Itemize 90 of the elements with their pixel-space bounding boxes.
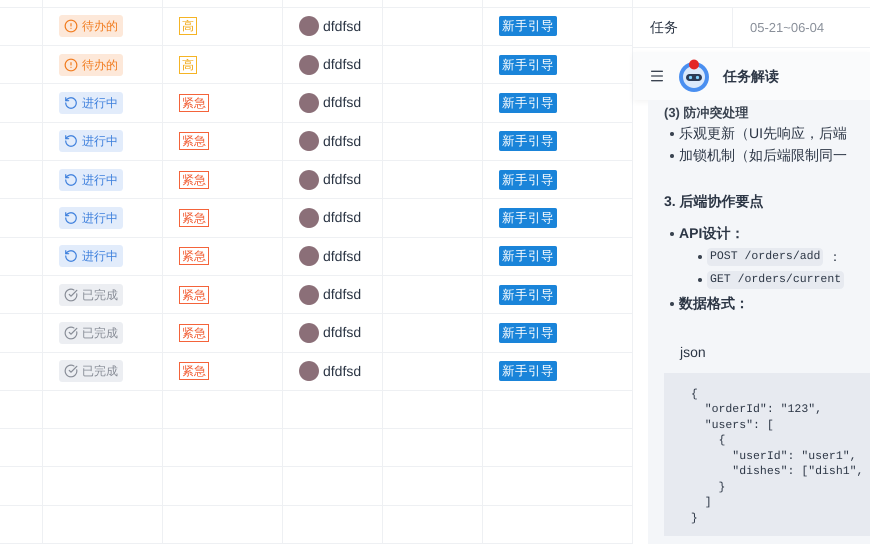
category-tag: 新手引导: [499, 361, 557, 382]
status-icon: [64, 210, 78, 225]
avatar: [299, 208, 319, 228]
avatar: [299, 92, 319, 113]
avatar: [299, 361, 319, 382]
code-line: }: [718, 480, 726, 495]
panel-title: 任务解读: [723, 66, 779, 86]
status-icon: [64, 326, 78, 340]
code-line: {: [718, 433, 726, 448]
assignee-name: dfdfsd: [323, 246, 362, 266]
category-tag: 新手引导: [499, 170, 557, 190]
status-badge: 进行中: [59, 168, 123, 191]
row-label: 任务: [650, 18, 678, 37]
menu-icon[interactable]: [649, 68, 665, 84]
assignee-name: dfdfsd: [323, 55, 362, 74]
robot-avatar-icon: [677, 59, 711, 93]
status-badge: 已完成: [59, 360, 123, 382]
avatar: [299, 54, 319, 75]
status-badge: 进行中: [59, 245, 123, 268]
section-heading: 3. 后端协作要点: [663, 192, 765, 211]
status-icon: [64, 19, 78, 34]
assignee-name: dfdfsd: [323, 323, 362, 342]
priority-tag: 紧急: [179, 324, 209, 342]
inline-code: GET /orders/current: [707, 271, 844, 289]
avatar: [299, 246, 319, 266]
category-tag: 新手引导: [499, 322, 557, 343]
code-line: "orderId": "123",: [704, 402, 822, 418]
category-tag: 新手引导: [499, 208, 557, 228]
bullet-text: ：: [828, 248, 842, 266]
bullet-icon: [698, 255, 702, 259]
avatar: [299, 16, 319, 36]
category-tag: 新手引导: [499, 284, 557, 305]
assignee-name: dfdfsd: [323, 285, 362, 304]
date-range: 05-21~06-04: [750, 18, 824, 37]
bullet-icon: [670, 132, 674, 136]
assignee-name: dfdfsd: [323, 170, 362, 190]
priority-tag: 紧急: [179, 170, 209, 189]
bullet-icon: [670, 154, 674, 158]
priority-tag: 高: [179, 56, 197, 74]
code-line: {: [690, 386, 698, 402]
assignee-name: dfdfsd: [323, 93, 362, 112]
bullet-icon: [670, 232, 674, 236]
category-tag: 新手引导: [499, 246, 557, 266]
priority-tag: 紧急: [179, 247, 209, 266]
avatar: [299, 170, 319, 190]
status-badge: 待办的: [59, 15, 123, 38]
assignee-name: dfdfsd: [323, 362, 362, 381]
status-icon: [64, 96, 78, 110]
status-icon: [64, 249, 78, 264]
code-line: "userId": "user1",: [731, 448, 857, 464]
code-line: ]: [704, 495, 712, 510]
assignee-name: dfdfsd: [323, 132, 362, 151]
priority-tag: 紧急: [179, 208, 209, 227]
category-tag: 新手引导: [499, 16, 557, 36]
status-icon: [64, 58, 78, 72]
assignee-name: dfdfsd: [323, 16, 362, 36]
status-icon: [64, 134, 78, 148]
category-tag: 新手引导: [499, 92, 557, 113]
inline-code: POST /orders/add: [707, 248, 824, 266]
bullet-text: 乐观更新（UI先响应，后端: [679, 124, 847, 143]
bullet-text: 数据格式：: [679, 294, 749, 313]
status-badge: 进行中: [59, 92, 123, 114]
priority-tag: 紧急: [179, 94, 209, 112]
status-badge: 进行中: [59, 206, 123, 229]
status-badge: 待办的: [59, 54, 123, 76]
code-line: "dishes": ["dish1",: [731, 464, 864, 480]
avatar: [299, 131, 319, 152]
bullet-text: 加锁机制（如后端限制同一: [679, 146, 847, 165]
bullet-icon: [670, 302, 674, 306]
bullet-icon: [698, 278, 702, 282]
code-language-label: json: [678, 342, 707, 362]
status-icon: [64, 364, 78, 378]
code-line: "users": [: [704, 418, 774, 433]
priority-tag: 紧急: [179, 286, 209, 304]
status-badge: 已完成: [59, 322, 123, 344]
status-icon: [64, 288, 78, 302]
status-icon: [64, 172, 78, 187]
priority-tag: 高: [179, 17, 197, 36]
status-badge: 进行中: [59, 130, 123, 152]
priority-tag: 紧急: [179, 362, 209, 380]
category-tag: 新手引导: [499, 131, 557, 152]
priority-tag: 紧急: [179, 132, 209, 150]
section-subheading: (3) 防冲突处理: [663, 104, 750, 122]
bullet-text: API设计：: [679, 224, 744, 243]
assignee-name: dfdfsd: [323, 208, 362, 228]
status-badge: 已完成: [59, 284, 123, 306]
code-line: }: [690, 510, 698, 526]
avatar: [299, 284, 319, 305]
avatar: [299, 322, 319, 343]
category-tag: 新手引导: [499, 54, 557, 75]
